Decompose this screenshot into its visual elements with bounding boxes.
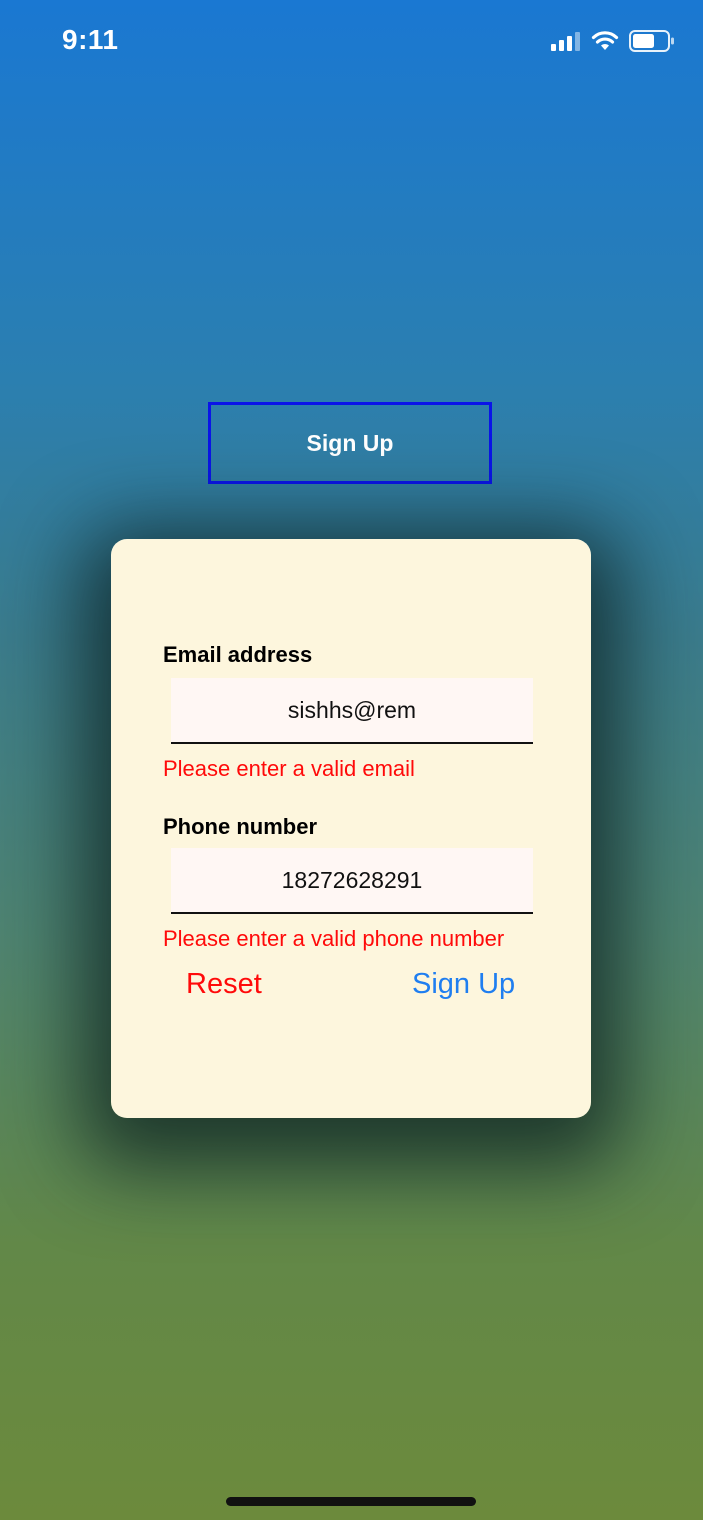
email-label: Email address	[163, 642, 313, 667]
wifi-icon	[591, 31, 619, 50]
cellular-signal-icon	[551, 32, 580, 51]
phone-error-message: Please enter a valid phone number	[163, 926, 505, 951]
app-screen: 9:11 Sign Up Email address Plea	[0, 0, 703, 1520]
battery-icon	[629, 30, 674, 52]
reset-button[interactable]: Reset	[186, 968, 262, 1001]
submit-signup-button[interactable]: Sign Up	[412, 968, 515, 1001]
status-time: 9:11	[62, 24, 119, 55]
status-bar: 9:11	[0, 0, 703, 90]
email-error-message: Please enter a valid email	[163, 756, 415, 781]
phone-label: Phone number	[163, 814, 318, 839]
home-indicator[interactable]	[226, 1497, 476, 1506]
status-icons	[551, 30, 675, 52]
open-signup-button[interactable]: Sign Up	[208, 402, 492, 484]
phone-field[interactable]	[171, 848, 533, 914]
signup-dialog: Email address Please enter a valid email…	[111, 539, 591, 1118]
email-field[interactable]	[171, 678, 533, 744]
